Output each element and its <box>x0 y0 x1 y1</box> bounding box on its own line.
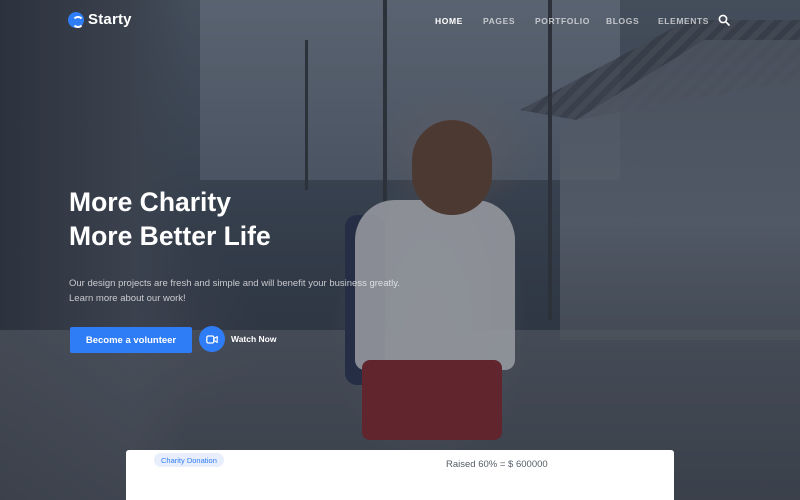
nav-item-blogs[interactable]: BLOGS <box>606 16 639 26</box>
become-volunteer-button[interactable]: Become a volunteer <box>70 327 192 353</box>
hero-headline-line2: More Better Life <box>69 221 271 251</box>
watch-now-button[interactable]: Watch Now <box>199 326 277 352</box>
search-icon[interactable] <box>718 14 730 26</box>
nav-item-portfolio[interactable]: PORTFOLIO <box>535 16 590 26</box>
nav-item-home[interactable]: HOME <box>435 16 463 26</box>
nav-item-pages[interactable]: PAGES <box>483 16 515 26</box>
brand-name: Starty <box>88 11 132 28</box>
nav-item-elements[interactable]: ELEMENTS <box>658 16 709 26</box>
brand-logo[interactable]: Starty <box>68 11 132 28</box>
video-camera-icon[interactable] <box>199 326 225 352</box>
top-navbar: Starty HOME PAGES PORTFOLIO BLOGS ELEMEN… <box>0 0 800 44</box>
raised-amount: Raised 60% = $ 600000 <box>446 459 548 470</box>
watch-now-label: Watch Now <box>231 334 277 344</box>
hero-headline-line1: More Charity <box>69 187 231 217</box>
hero-subtext: Our design projects are fresh and simple… <box>69 278 400 304</box>
donation-card: Charity Donation Raised 60% = $ 600000 <box>126 450 674 500</box>
hero-headline: More Charity More Better Life <box>69 185 271 253</box>
logo-icon <box>68 11 84 28</box>
charity-donation-badge: Charity Donation <box>154 453 224 467</box>
